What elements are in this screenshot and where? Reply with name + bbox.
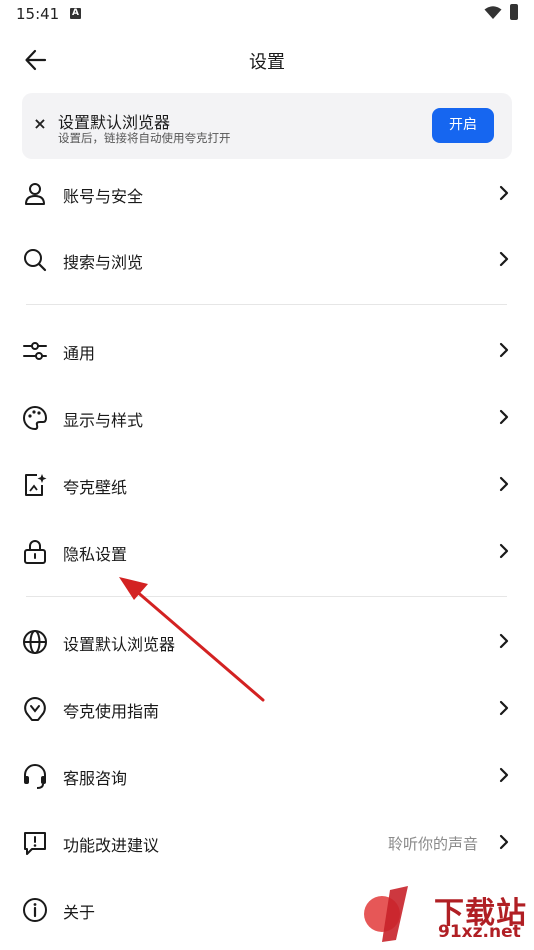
headset-icon <box>24 764 46 789</box>
notification-icon: A <box>70 8 81 19</box>
default-browser-banner: × 设置默认浏览器 设置后，链接将自动使用夸克打开 开启 <box>22 93 512 159</box>
settings-item-customer-service[interactable]: 客服咨询 <box>0 742 534 808</box>
page-title: 设置 <box>249 52 285 73</box>
settings-item-label: 隐私设置 <box>63 545 128 564</box>
settings-item-label: 通用 <box>63 344 96 363</box>
settings-item-general[interactable]: 通用 <box>0 317 534 383</box>
wifi-icon <box>484 6 502 19</box>
chevron-right-icon <box>499 409 509 425</box>
person-icon <box>25 183 45 205</box>
chevron-right-icon <box>499 342 509 358</box>
chevron-right-icon <box>499 185 509 201</box>
settings-item-value: 聆听你的声音 <box>387 835 478 853</box>
info-icon <box>23 898 47 922</box>
chevron-right-icon <box>499 476 509 492</box>
battery-icon <box>510 4 518 20</box>
settings-item-privacy[interactable]: 隐私设置 <box>0 518 534 584</box>
settings-item-label: 关于 <box>63 903 96 922</box>
settings-item-label: 夸克使用指南 <box>63 702 160 721</box>
app-header: 设置 <box>0 36 534 82</box>
chevron-right-icon <box>499 834 509 850</box>
divider <box>26 304 507 305</box>
lock-icon <box>24 540 46 564</box>
settings-item-search-browse[interactable]: 搜索与浏览 <box>0 226 534 292</box>
settings-item-default-browser[interactable]: 设置默认浏览器 <box>0 608 534 674</box>
divider <box>26 596 507 597</box>
sliders-icon <box>23 342 47 360</box>
enable-button[interactable]: 开启 <box>432 108 494 143</box>
chevron-right-icon <box>499 700 509 716</box>
settings-item-account-security[interactable]: 账号与安全 <box>0 160 534 226</box>
settings-item-label: 显示与样式 <box>63 411 144 430</box>
banner-subtitle: 设置后，链接将自动使用夸克打开 <box>58 131 231 145</box>
wallpaper-icon <box>25 474 47 496</box>
status-time: 15:41 <box>16 5 60 23</box>
settings-item-feedback[interactable]: 功能改进建议 聆听你的声音 <box>0 809 534 875</box>
settings-item-label: 设置默认浏览器 <box>63 635 176 654</box>
globe-icon <box>23 630 47 654</box>
settings-item-label: 夸克壁纸 <box>63 478 128 497</box>
settings-item-wallpaper[interactable]: 夸克壁纸 <box>0 451 534 517</box>
bulb-icon <box>24 697 46 721</box>
palette-icon <box>23 406 47 430</box>
status-bar: 15:41 A <box>0 0 534 30</box>
settings-item-label: 搜索与浏览 <box>63 253 144 272</box>
chevron-right-icon <box>499 251 509 267</box>
close-icon[interactable]: × <box>32 116 48 132</box>
settings-item-label: 账号与安全 <box>63 187 144 206</box>
settings-item-label: 客服咨询 <box>63 769 128 788</box>
search-icon <box>24 249 47 272</box>
chevron-right-icon <box>499 543 509 559</box>
chevron-right-icon <box>499 767 509 783</box>
settings-item-display-style[interactable]: 显示与样式 <box>0 384 534 450</box>
settings-item-label: 功能改进建议 <box>63 836 160 855</box>
watermark-url: 91xz.net <box>438 922 521 942</box>
feedback-icon <box>24 832 46 855</box>
chevron-right-icon <box>499 633 509 649</box>
settings-item-user-guide[interactable]: 夸克使用指南 <box>0 675 534 741</box>
